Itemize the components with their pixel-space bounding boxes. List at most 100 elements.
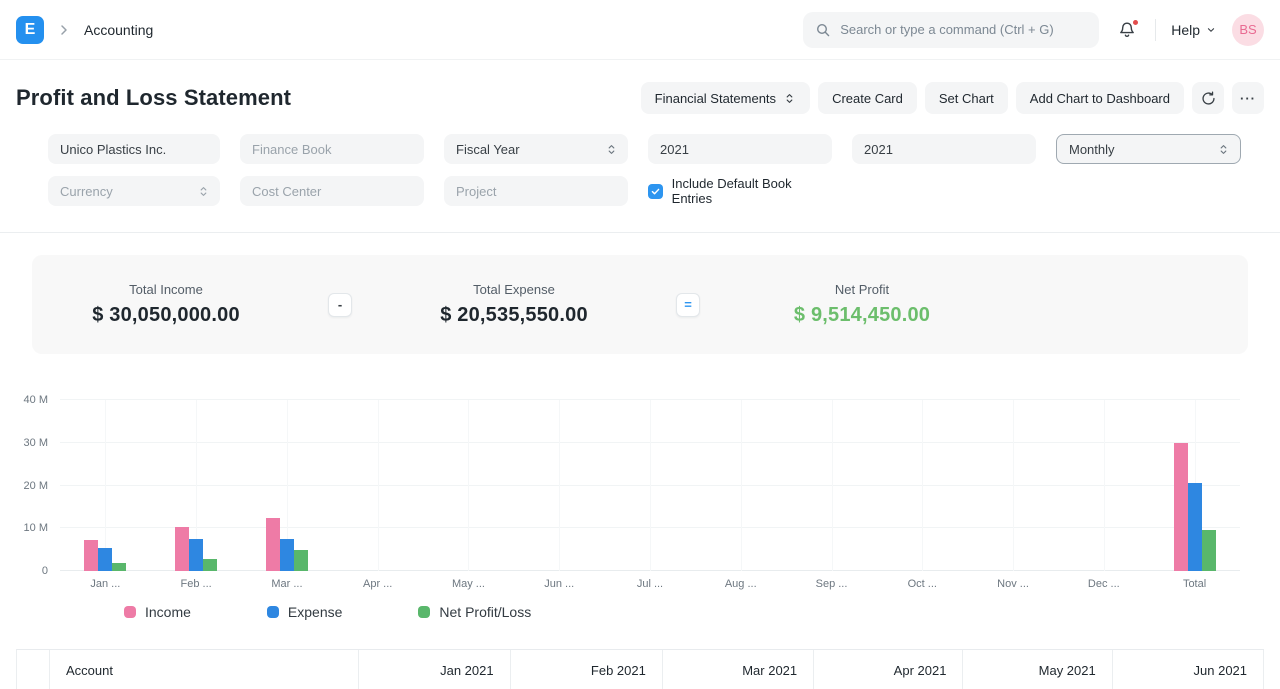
cost-center-filter-input[interactable] bbox=[240, 176, 424, 206]
page-actions: Financial Statements Create Card Set Cha… bbox=[640, 82, 1264, 114]
y-axis-label: 0 bbox=[41, 565, 48, 577]
net-profit-value: $ 9,514,450.00 bbox=[793, 304, 931, 326]
bar-income-total[interactable] bbox=[1173, 442, 1188, 571]
chevron-down-icon bbox=[1205, 24, 1217, 36]
page-title: Profit and Loss Statement bbox=[16, 85, 292, 110]
report-select-label: Financial Statements bbox=[654, 90, 777, 106]
bar-expense-total[interactable] bbox=[1187, 483, 1202, 571]
filters-section: Fiscal Year Monthly Currency bbox=[0, 132, 1280, 233]
ellipsis-icon: ··· bbox=[1240, 90, 1256, 106]
periodicity-value: Monthly bbox=[1069, 141, 1115, 157]
column-header-jun-2021[interactable]: Jun 2021 bbox=[1113, 650, 1265, 689]
bar-income-feb[interactable] bbox=[175, 526, 190, 571]
report-select-button[interactable]: Financial Statements bbox=[640, 82, 811, 114]
refresh-icon bbox=[1201, 90, 1216, 106]
y-axis-label: 20 M bbox=[23, 479, 48, 492]
x-axis-label: Jun ... bbox=[544, 578, 575, 590]
x-axis-label: Sep ... bbox=[815, 578, 848, 590]
help-menu[interactable]: Help bbox=[1171, 22, 1217, 38]
navbar-left: E Accounting bbox=[16, 15, 153, 44]
notifications-button[interactable] bbox=[1114, 18, 1140, 42]
legend-dot bbox=[418, 606, 431, 618]
periodicity-select[interactable]: Monthly bbox=[1056, 134, 1241, 164]
navbar-divider bbox=[1155, 18, 1157, 41]
global-search[interactable] bbox=[803, 11, 1100, 48]
x-axis-label: Jul ... bbox=[636, 578, 664, 590]
breadcrumb-accounting[interactable]: Accounting bbox=[84, 22, 153, 38]
y-axis-label: 10 M bbox=[23, 522, 48, 535]
create-card-button[interactable]: Create Card bbox=[818, 82, 917, 114]
app-logo-icon[interactable]: E bbox=[16, 15, 44, 44]
bar-income-jan[interactable] bbox=[84, 539, 99, 571]
include-default-book-entries-checkbox[interactable]: Include Default Book Entries bbox=[648, 176, 832, 206]
chart-legend: Income Expense Net Profit/Loss bbox=[124, 604, 1240, 620]
project-filter-input[interactable] bbox=[444, 176, 628, 206]
minus-icon: - bbox=[328, 292, 352, 317]
y-axis-label: 30 M bbox=[23, 436, 48, 449]
chevron-right-icon bbox=[56, 22, 72, 38]
from-fiscal-year-input[interactable] bbox=[648, 134, 832, 164]
x-axis-label: May ... bbox=[451, 578, 485, 590]
bar-group-mar bbox=[242, 400, 333, 571]
legend-label: Net Profit/Loss bbox=[439, 604, 532, 620]
bar-net-profit-loss-feb[interactable] bbox=[203, 559, 218, 571]
total-income-value: $ 30,050,000.00 bbox=[92, 304, 240, 326]
bar-group-jun bbox=[514, 400, 605, 571]
column-header-mar-2021[interactable]: Mar 2021 bbox=[663, 650, 815, 689]
notification-dot bbox=[1132, 18, 1140, 26]
bar-group-aug bbox=[695, 400, 786, 571]
refresh-button[interactable] bbox=[1192, 82, 1224, 114]
checkbox-checked-icon bbox=[648, 183, 663, 199]
company-filter-input[interactable] bbox=[48, 134, 220, 164]
net-profit-label: Net Profit bbox=[834, 282, 890, 297]
x-axis-labels: Jan ... Feb ... Mar ... Apr ... May ... Jun .… bbox=[60, 578, 1240, 590]
avatar[interactable]: BS bbox=[1232, 13, 1264, 46]
equals-icon: = bbox=[676, 292, 700, 317]
bar-net-profit-loss-jan[interactable] bbox=[112, 563, 127, 571]
bar-group-apr bbox=[332, 400, 423, 571]
finance-book-filter-input[interactable] bbox=[240, 134, 424, 164]
column-header-may-2021[interactable]: May 2021 bbox=[963, 650, 1113, 689]
select-arrows-icon bbox=[783, 92, 796, 105]
total-expense-label: Total Expense bbox=[473, 282, 555, 297]
set-chart-button[interactable]: Set Chart bbox=[924, 82, 1008, 114]
add-chart-to-dashboard-button[interactable]: Add Chart to Dashboard bbox=[1015, 82, 1184, 114]
bar-expense-jan[interactable] bbox=[98, 547, 113, 571]
column-header-apr-2021[interactable]: Apr 2021 bbox=[814, 650, 964, 689]
currency-select[interactable]: Currency bbox=[48, 176, 220, 206]
legend-item-income: Income bbox=[124, 604, 191, 620]
bar-group-feb bbox=[151, 400, 242, 571]
y-axis-label: 40 M bbox=[23, 394, 48, 406]
navbar-right: Help BS bbox=[803, 11, 1264, 48]
profit-loss-chart: 0 10 M 20 M 30 M 40 M Jan ... Feb ... Mar ... A… bbox=[24, 394, 1240, 620]
menu-button[interactable]: ··· bbox=[1232, 82, 1264, 114]
summary-card: Total Income $ 30,050,000.00 - Total Exp… bbox=[32, 255, 1248, 354]
bar-expense-mar[interactable] bbox=[279, 538, 294, 571]
bar-net-profit-loss-total[interactable] bbox=[1201, 530, 1216, 571]
to-fiscal-year-input[interactable] bbox=[852, 134, 1036, 164]
total-income-label: Total Income bbox=[129, 282, 203, 297]
total-income-card: Total Income $ 30,050,000.00 bbox=[32, 282, 300, 327]
period-basis-select[interactable]: Fiscal Year bbox=[444, 134, 628, 164]
bar-group-nov bbox=[968, 400, 1059, 571]
column-header-jan-2021[interactable]: Jan 2021 bbox=[359, 650, 511, 689]
search-input[interactable] bbox=[840, 22, 1088, 37]
bar-group-total bbox=[1149, 400, 1240, 571]
x-axis-label: Feb ... bbox=[180, 578, 212, 590]
x-axis-label: Apr ... bbox=[363, 578, 393, 590]
bar-expense-feb[interactable] bbox=[189, 538, 204, 571]
column-header-feb-2021[interactable]: Feb 2021 bbox=[511, 650, 663, 689]
column-header-index[interactable] bbox=[17, 650, 50, 689]
x-axis-label: Nov ... bbox=[997, 578, 1029, 590]
x-axis-label: Dec ... bbox=[1087, 578, 1120, 590]
chart-plot-area: 0 10 M 20 M 30 M 40 M bbox=[24, 394, 1240, 577]
navbar: E Accounting Help bbox=[0, 0, 1280, 60]
total-expense-card: Total Expense $ 20,535,550.00 bbox=[380, 282, 648, 327]
bar-income-mar[interactable] bbox=[265, 517, 280, 571]
bar-group-jan bbox=[60, 400, 151, 571]
bar-net-profit-loss-mar[interactable] bbox=[293, 550, 308, 571]
column-header-account[interactable]: Account bbox=[50, 650, 360, 689]
legend-item-net-profit-loss: Net Profit/Loss bbox=[418, 604, 531, 620]
x-axis-label: Jan ... bbox=[90, 578, 121, 590]
legend-dot bbox=[124, 606, 136, 618]
